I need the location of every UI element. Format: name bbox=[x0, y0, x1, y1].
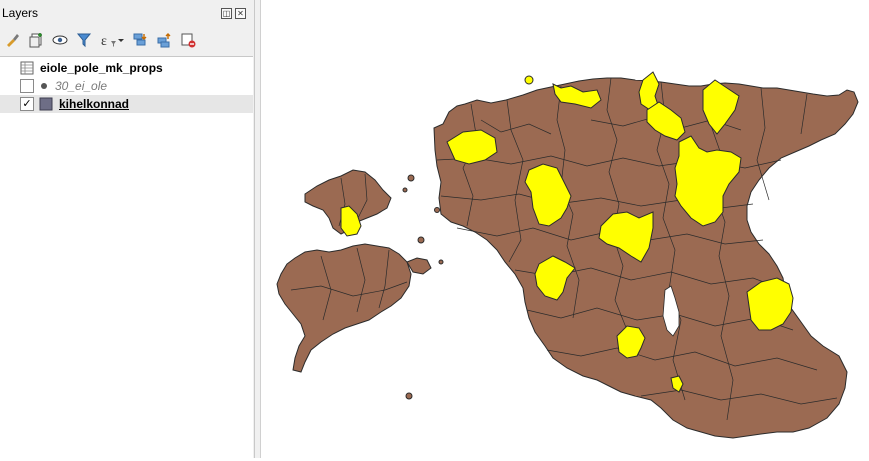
style-manager-button[interactable] bbox=[3, 31, 21, 49]
layer-item-kihelkonnad[interactable]: ✓ kihelkonnad bbox=[0, 95, 253, 113]
filter-by-expression-button[interactable]: ε bbox=[99, 31, 125, 49]
layer-item-30-ei-ole[interactable]: 30_ei_ole bbox=[0, 77, 253, 95]
islet bbox=[417, 236, 425, 244]
collapse-all-icon bbox=[157, 33, 171, 48]
lake-peipus-coast bbox=[801, 214, 869, 320]
collapse-all-button[interactable] bbox=[155, 31, 173, 49]
islet-highlighted bbox=[524, 75, 534, 85]
islet bbox=[434, 207, 440, 213]
layer-label: 30_ei_ole bbox=[55, 79, 108, 93]
saaremaa-polygon bbox=[276, 243, 412, 373]
estonia-parish-map bbox=[276, 71, 869, 439]
add-group-icon bbox=[29, 33, 42, 48]
layer-item-eiole-pole-mk-props[interactable]: eiole_pole_mk_props bbox=[0, 59, 253, 77]
islet bbox=[407, 174, 415, 182]
layers-toolbar: ε bbox=[3, 30, 197, 50]
filter-icon bbox=[76, 33, 92, 48]
map-canvas[interactable] bbox=[261, 0, 869, 458]
float-panel-button[interactable]: ◫ bbox=[221, 8, 232, 19]
expand-all-icon bbox=[133, 33, 147, 46]
layers-panel: Layers ◫ ✕ ε eiole_pole_mk_props 30_ei_o… bbox=[0, 0, 255, 459]
islet bbox=[402, 187, 408, 193]
mainland-polygon bbox=[433, 77, 859, 439]
manage-visibility-button[interactable] bbox=[51, 31, 69, 49]
remove-layer-icon bbox=[181, 33, 196, 48]
remove-layer-button[interactable] bbox=[179, 31, 197, 49]
paint-brush-icon bbox=[7, 34, 19, 47]
point-symbol-icon bbox=[41, 83, 47, 89]
layer-visibility-checkbox[interactable] bbox=[20, 79, 34, 93]
layer-visibility-checkbox[interactable]: ✓ bbox=[20, 97, 34, 111]
expand-all-button[interactable] bbox=[131, 31, 149, 49]
panel-window-controls: ◫ ✕ bbox=[221, 8, 246, 19]
layer-label: kihelkonnad bbox=[59, 97, 130, 111]
add-group-button[interactable] bbox=[27, 31, 45, 49]
svg-text:ε: ε bbox=[101, 34, 107, 48]
filter-legend-button[interactable] bbox=[75, 31, 93, 49]
polygon-symbol-icon bbox=[39, 97, 53, 111]
expression-filter-icon: ε bbox=[101, 34, 124, 48]
layer-label: eiole_pole_mk_props bbox=[40, 61, 163, 75]
close-panel-button[interactable]: ✕ bbox=[235, 8, 246, 19]
layer-tree: eiole_pole_mk_props 30_ei_ole ✓ kihelkon… bbox=[0, 56, 253, 459]
islet bbox=[405, 392, 413, 400]
visibility-eye-icon bbox=[52, 35, 68, 45]
panel-title: Layers bbox=[2, 6, 39, 20]
islet bbox=[438, 259, 444, 265]
table-icon bbox=[20, 61, 34, 75]
